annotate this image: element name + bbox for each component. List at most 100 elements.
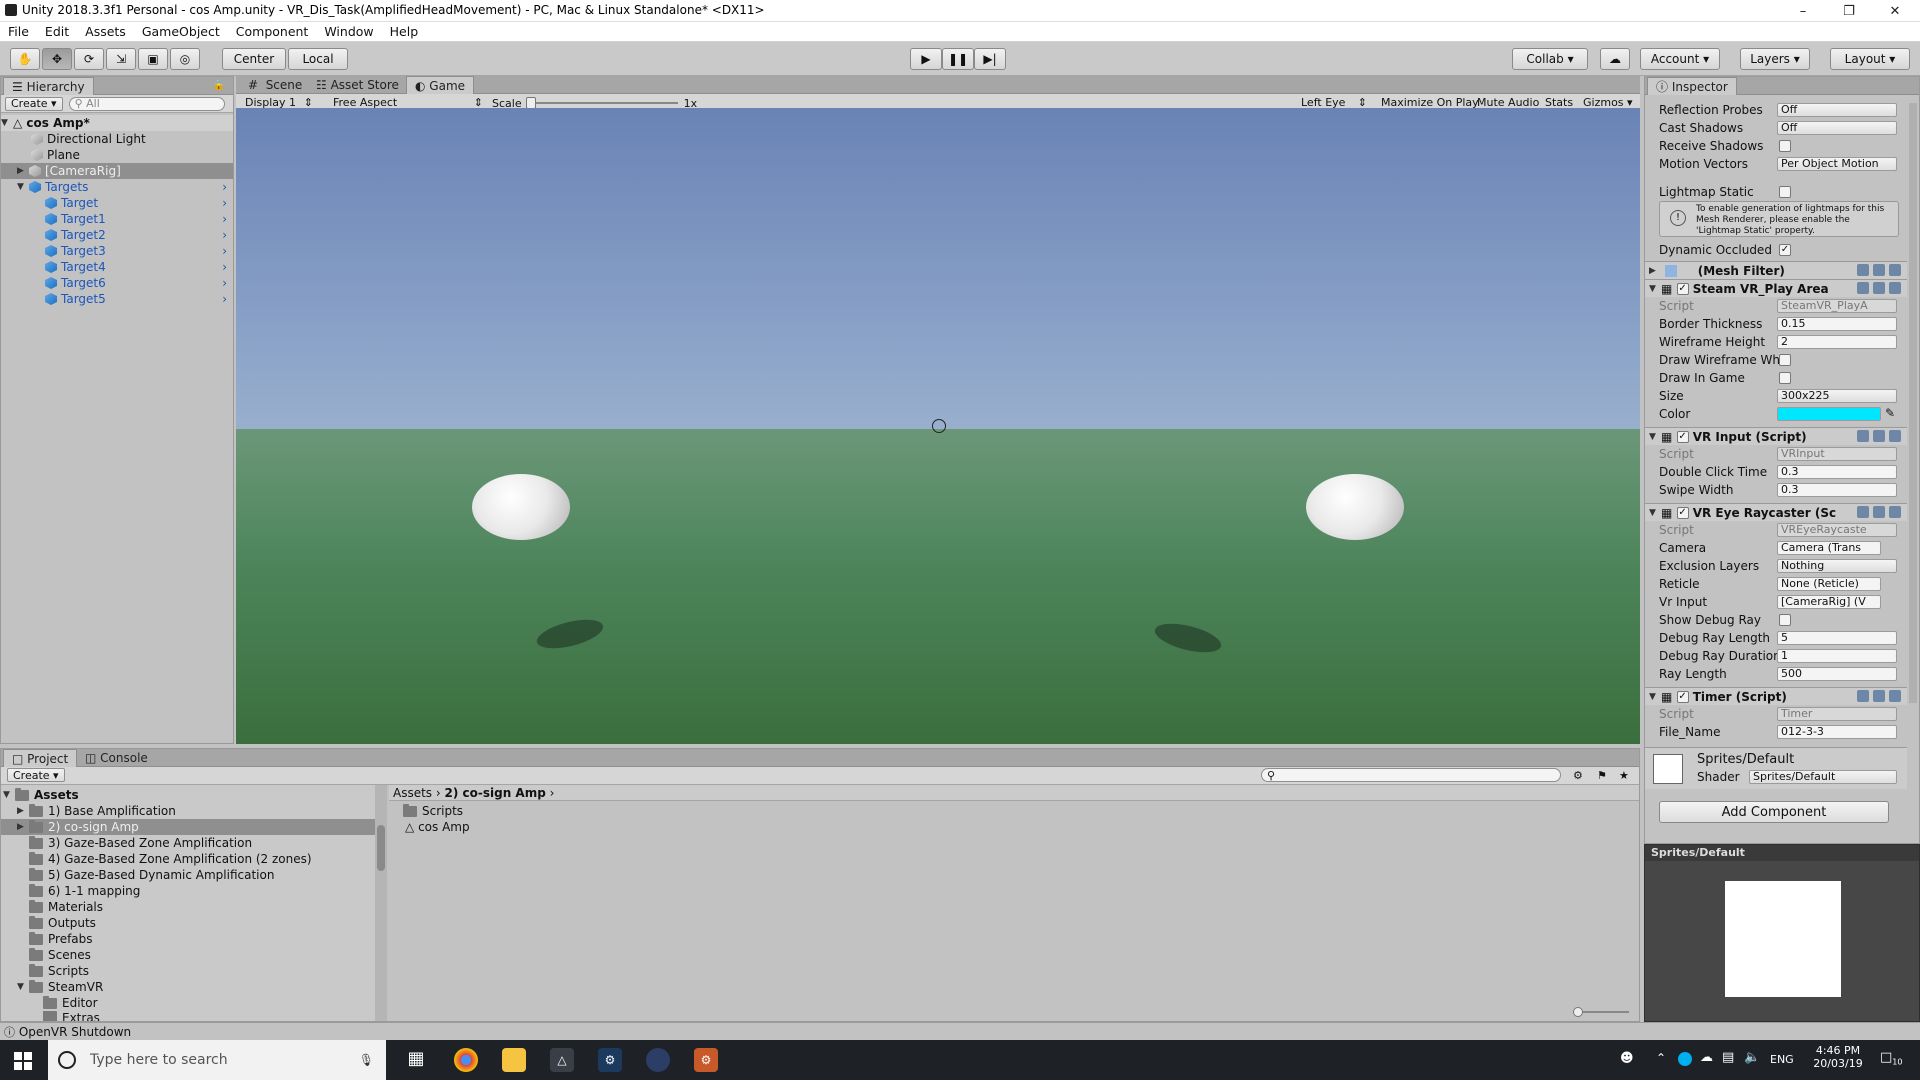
lightmap-static-checkbox[interactable] — [1779, 186, 1791, 198]
file-item[interactable]: Scripts — [403, 803, 463, 819]
rect-tool-button[interactable]: ▣ — [138, 48, 168, 70]
favorite-icon[interactable]: ★ — [1619, 769, 1629, 782]
reticle-field[interactable]: None (Reticle) — [1777, 577, 1881, 591]
preset-icon[interactable] — [1873, 506, 1885, 518]
account-button[interactable]: Account ▾ — [1640, 48, 1720, 70]
preset-icon[interactable] — [1873, 282, 1885, 294]
project-create-button[interactable]: Create ▾ — [7, 768, 65, 782]
draw-in-game-checkbox[interactable] — [1779, 372, 1791, 384]
hierarchy-item[interactable]: Target2 › — [1, 227, 233, 243]
skype-icon[interactable] — [1678, 1052, 1692, 1066]
exclusion-layers-dropdown[interactable]: Nothing — [1777, 559, 1897, 573]
settings-app-icon[interactable]: ⚙ — [694, 1048, 718, 1072]
tree-folder[interactable]: Editor — [1, 995, 375, 1011]
ray-length-input[interactable]: 500 — [1777, 667, 1897, 681]
gear-icon[interactable] — [1889, 430, 1901, 442]
swipe-width-input[interactable]: 0.3 — [1777, 483, 1897, 497]
close-button[interactable]: ✕ — [1872, 0, 1918, 22]
game-viewport[interactable] — [236, 108, 1640, 744]
help-icon[interactable] — [1857, 282, 1869, 294]
show-debug-ray-checkbox[interactable] — [1779, 614, 1791, 626]
wireframe-height-input[interactable]: 2 — [1777, 335, 1897, 349]
scrollbar-thumb[interactable] — [377, 825, 385, 871]
project-search-input[interactable]: ⚲ — [1261, 768, 1561, 782]
hand-tool-button[interactable]: ✋ — [10, 48, 40, 70]
dynamic-occluded-checkbox[interactable]: ✓ — [1779, 244, 1791, 256]
tab-inspector[interactable]: ⓘ Inspector — [1647, 77, 1737, 95]
label-icon[interactable]: ⚑ — [1597, 769, 1607, 782]
tab-game[interactable]: ◐ Game — [406, 76, 475, 94]
preset-icon[interactable] — [1873, 690, 1885, 702]
gizmos-dropdown[interactable]: Gizmos ▾ — [1578, 95, 1638, 109]
tree-folder[interactable]: Extras — [1, 1011, 375, 1021]
network-icon[interactable]: ▤ — [1722, 1050, 1734, 1065]
border-thickness-input[interactable]: 0.15 — [1777, 317, 1897, 331]
double-click-input[interactable]: 0.3 — [1777, 465, 1897, 479]
help-icon[interactable] — [1857, 690, 1869, 702]
gear-icon[interactable] — [1889, 264, 1901, 276]
layers-dropdown[interactable]: Layers ▾ — [1740, 48, 1810, 70]
menu-window[interactable]: Window — [324, 24, 373, 39]
tab-hierarchy[interactable]: ☰ Hierarchy — [3, 77, 94, 95]
cast-shadows-dropdown[interactable]: Off — [1777, 121, 1897, 135]
scale-slider[interactable] — [525, 97, 678, 109]
cloud-button[interactable]: ☁ — [1600, 48, 1630, 70]
hierarchy-item[interactable]: Target › — [1, 195, 233, 211]
menu-file[interactable]: File — [8, 24, 29, 39]
pivot-center-button[interactable]: Center — [222, 48, 286, 70]
timer-header[interactable]: ▼ ▦ ✓ Timer (Script) — [1645, 687, 1907, 705]
shader-dropdown[interactable]: Sprites/Default — [1749, 770, 1897, 784]
preset-icon[interactable] — [1873, 264, 1885, 276]
add-component-button[interactable]: Add Component — [1659, 801, 1889, 823]
volume-icon[interactable]: 🔈 — [1744, 1050, 1760, 1065]
tree-folder[interactable]: ▼ SteamVR — [1, 979, 375, 995]
project-tree-scrollbar[interactable] — [375, 785, 387, 1021]
tree-root[interactable]: ▼ Assets — [1, 787, 375, 803]
layout-dropdown[interactable]: Layout ▾ — [1830, 48, 1910, 70]
eye-dropdown[interactable]: Left Eye ⇕ — [1296, 95, 1372, 109]
hierarchy-item[interactable]: Target3 › — [1, 243, 233, 259]
gear-icon[interactable] — [1889, 506, 1901, 518]
tree-folder[interactable]: Prefabs — [1, 931, 375, 947]
hierarchy-item[interactable]: Target1 › — [1, 211, 233, 227]
maximize-on-play-toggle[interactable]: Maximize On Play — [1376, 95, 1484, 109]
play-area-header[interactable]: ▼ ▦ ✓ Steam VR_Play Area — [1645, 279, 1907, 297]
step-button[interactable]: ▶| — [974, 48, 1006, 70]
action-center-icon[interactable]: □10 — [1880, 1050, 1902, 1067]
hierarchy-search-input[interactable]: ⚲ All — [68, 96, 225, 111]
minimize-button[interactable]: – — [1780, 0, 1826, 22]
timer-enabled-checkbox[interactable]: ✓ — [1676, 690, 1689, 703]
camera-field[interactable]: Camera (Trans — [1777, 541, 1881, 555]
hierarchy-item-selected[interactable]: ▶ [CameraRig] — [1, 163, 233, 179]
tree-folder[interactable]: Scenes — [1, 947, 375, 963]
taskbar-search-input[interactable]: Type here to search 🎙 — [48, 1040, 386, 1080]
hierarchy-item[interactable]: Target4 › — [1, 259, 233, 275]
preset-icon[interactable] — [1873, 430, 1885, 442]
play-button[interactable]: ▶ — [910, 48, 942, 70]
eyedropper-icon[interactable]: ✎ — [1885, 406, 1895, 420]
menu-help[interactable]: Help — [390, 24, 419, 39]
move-tool-button[interactable]: ✥ — [42, 48, 72, 70]
hierarchy-item[interactable]: Target6 › — [1, 275, 233, 291]
scale-tool-button[interactable]: ⇲ — [106, 48, 136, 70]
receive-shadows-checkbox[interactable] — [1779, 140, 1791, 152]
pause-button[interactable]: ❚❚ — [942, 48, 974, 70]
clock[interactable]: 4:46 PM 20/03/19 — [1808, 1044, 1868, 1070]
draw-wireframe-checkbox[interactable] — [1779, 354, 1791, 366]
display-dropdown[interactable]: Display 1 ⇕ — [240, 95, 318, 109]
tree-folder[interactable]: Outputs — [1, 915, 375, 931]
onedrive-icon[interactable]: ☁ — [1700, 1050, 1713, 1065]
steam-icon[interactable]: ⚙ — [598, 1048, 622, 1072]
script-field[interactable]: Timer — [1777, 707, 1897, 721]
tree-folder[interactable]: Materials — [1, 899, 375, 915]
file-name-input[interactable]: 012-3-3 — [1777, 725, 1897, 739]
filter-type-icon[interactable]: ⚙ — [1573, 769, 1583, 782]
hierarchy-item[interactable]: Target5 › — [1, 291, 233, 307]
vr-input-header[interactable]: ▼ ▦ ✓ VR Input (Script) — [1645, 427, 1907, 445]
transform-tool-button[interactable]: ◎ — [170, 48, 200, 70]
vr-input-ref-field[interactable]: [CameraRig] (V — [1777, 595, 1881, 609]
tab-asset-store[interactable]: ☷ Asset Store — [308, 76, 407, 94]
windows-start-icon[interactable] — [14, 1052, 32, 1070]
raycaster-header[interactable]: ▼ ▦ ✓ VR Eye Raycaster (Sc — [1645, 503, 1907, 521]
motion-vectors-dropdown[interactable]: Per Object Motion — [1777, 157, 1897, 171]
